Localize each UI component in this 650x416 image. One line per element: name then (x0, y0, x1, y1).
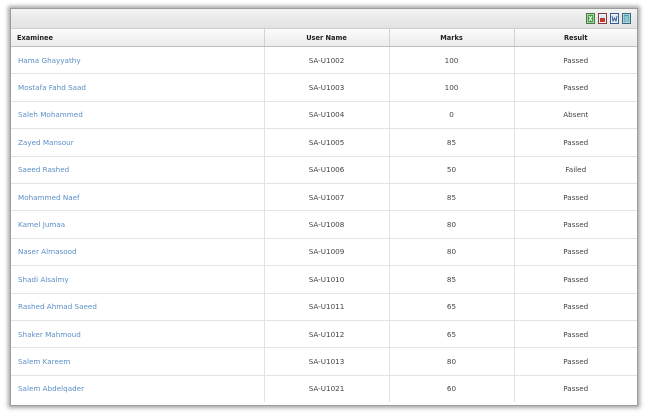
marks-cell: 60 (389, 375, 515, 403)
marks-cell: 80 (389, 347, 515, 376)
table-row[interactable]: Salem Abdelqader SA-U1021 60 Passed (11, 375, 637, 403)
table-header-row: Examinee User Name Marks Result (11, 29, 637, 47)
result-cell: Passed (514, 238, 637, 267)
table-row[interactable]: Kamel Jumaa SA-U1008 80 Passed (11, 210, 637, 239)
table-row[interactable]: Shadi Alsalmy SA-U1010 85 Passed (11, 265, 637, 294)
column-header-user-name[interactable]: User Name (264, 29, 390, 47)
table-body: Hama Ghayyathy SA-U1002 100 Passed Mostafa F… (11, 46, 637, 403)
word-export-icon[interactable] (610, 13, 619, 24)
excel-export-icon[interactable] (586, 13, 595, 24)
examinee-link[interactable]: Mohammed Naef (11, 183, 265, 212)
pdf-export-icon[interactable] (598, 13, 607, 24)
user-name-cell: SA-U1010 (264, 265, 390, 294)
marks-cell: 100 (389, 46, 515, 75)
user-name-cell: SA-U1009 (264, 238, 390, 267)
user-name-cell: SA-U1002 (264, 46, 390, 75)
examinee-link[interactable]: Kamel Jumaa (11, 210, 265, 239)
examinee-link[interactable]: Salem Abdelqader (11, 375, 265, 403)
result-cell: Passed (514, 128, 637, 157)
marks-cell: 85 (389, 265, 515, 294)
user-name-cell: SA-U1013 (264, 347, 390, 376)
results-grid-panel: Examinee User Name Marks Result Hama Gha… (10, 8, 638, 406)
result-cell: Passed (514, 347, 637, 376)
user-name-cell: SA-U1007 (264, 183, 390, 212)
result-cell: Passed (514, 73, 637, 102)
marks-cell: 50 (389, 156, 515, 184)
export-icons (586, 13, 631, 24)
column-header-marks[interactable]: Marks (389, 29, 515, 47)
marks-cell: 80 (389, 238, 515, 267)
examinee-link[interactable]: Shadi Alsalmy (11, 265, 265, 294)
table-row[interactable]: Zayed Mansour SA-U1005 85 Passed (11, 128, 637, 157)
user-name-cell: SA-U1011 (264, 293, 390, 321)
result-cell: Passed (514, 183, 637, 212)
table-row[interactable]: Mohammed Naef SA-U1007 85 Passed (11, 183, 637, 212)
examinee-link[interactable]: Saleh Mohammed (11, 101, 265, 130)
examinee-link[interactable]: Shaker Mahmoud (11, 320, 265, 349)
marks-cell: 65 (389, 293, 515, 321)
table-row[interactable]: Shaker Mahmoud SA-U1012 65 Passed (11, 320, 637, 349)
result-cell: Passed (514, 46, 637, 75)
user-name-cell: SA-U1006 (264, 156, 390, 184)
examinee-link[interactable]: Mostafa Fahd Saad (11, 73, 265, 102)
user-name-cell: SA-U1004 (264, 101, 390, 130)
table-row[interactable]: Hama Ghayyathy SA-U1002 100 Passed (11, 46, 637, 75)
user-name-cell: SA-U1005 (264, 128, 390, 157)
result-cell: Absent (514, 101, 637, 130)
result-cell: Passed (514, 320, 637, 349)
examinee-link[interactable]: Zayed Mansour (11, 128, 265, 157)
table-row[interactable]: Naser Almasood SA-U1009 80 Passed (11, 238, 637, 267)
table-row[interactable]: Rashed Ahmad Saeed SA-U1011 65 Passed (11, 293, 637, 321)
marks-cell: 0 (389, 101, 515, 130)
column-header-result[interactable]: Result (514, 29, 637, 47)
examinee-link[interactable]: Rashed Ahmad Saeed (11, 293, 265, 321)
csv-export-icon[interactable] (622, 13, 631, 24)
result-cell: Passed (563, 384, 589, 394)
table-row[interactable]: Mostafa Fahd Saad SA-U1003 100 Passed (11, 73, 637, 102)
examinee-link[interactable]: Saeed Rashed (11, 156, 265, 184)
grid-toolbar (11, 9, 637, 29)
marks-cell: 85 (389, 128, 515, 157)
result-cell: Passed (514, 293, 637, 321)
table-row[interactable]: Saleh Mohammed SA-U1004 0 Absent (11, 101, 637, 130)
result-cell: Passed (514, 210, 637, 239)
marks-cell: 65 (389, 320, 515, 349)
table-row[interactable]: Salem Kareem SA-U1013 80 Passed (11, 347, 637, 376)
table-row[interactable]: Saeed Rashed SA-U1006 50 Failed (11, 156, 637, 184)
user-name-cell: SA-U1021 (264, 375, 390, 403)
result-cell: Failed (514, 156, 637, 184)
column-header-examinee[interactable]: Examinee (11, 29, 265, 47)
marks-cell: 80 (389, 210, 515, 239)
examinee-link[interactable]: Hama Ghayyathy (11, 46, 265, 75)
results-table: Examinee User Name Marks Result Hama Gha… (11, 29, 637, 403)
user-name-cell: SA-U1003 (264, 73, 390, 102)
user-name-cell: SA-U1012 (264, 320, 390, 349)
result-cell: Passed (514, 265, 637, 294)
user-name-cell: SA-U1008 (264, 210, 390, 239)
marks-cell: 100 (389, 73, 515, 102)
examinee-link[interactable]: Salem Kareem (11, 347, 265, 376)
examinee-link[interactable]: Naser Almasood (11, 238, 265, 267)
marks-cell: 85 (389, 183, 515, 212)
